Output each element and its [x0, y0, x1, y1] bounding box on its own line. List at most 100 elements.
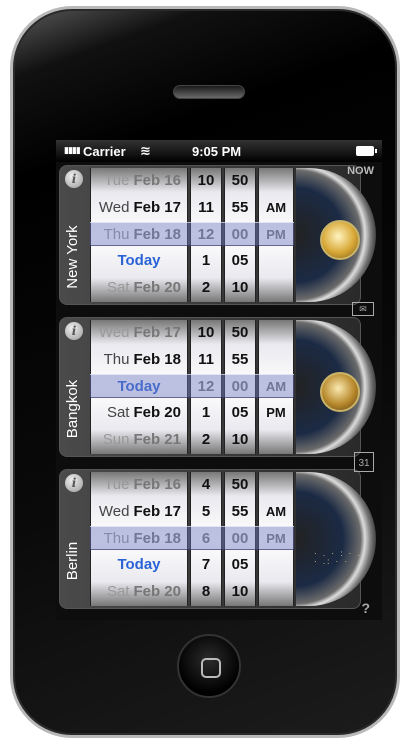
hour-row: 12	[197, 225, 215, 243]
hour-row: 7	[201, 556, 211, 574]
home-button[interactable]	[177, 634, 241, 698]
minute-wheel[interactable]: 50 55 00 05 10	[224, 168, 256, 302]
minute-row: 05	[231, 556, 249, 574]
minute-row: 50	[231, 476, 249, 493]
minute-row: 55	[231, 350, 249, 368]
hour-row: 4	[201, 476, 211, 493]
city-label: Berlin	[64, 541, 81, 581]
date-row: Sat Feb 20	[106, 279, 181, 297]
date-row-today: Today	[117, 252, 161, 270]
hour-row: 11	[198, 350, 214, 368]
stars-icon: · . · : · . · .: · ·	[314, 549, 362, 566]
ampm-row	[259, 579, 293, 606]
hour-wheel[interactable]: 10 11 12 1 2	[190, 168, 222, 302]
date-row: Thu Feb 18	[103, 225, 181, 243]
hour-row: 2	[201, 431, 211, 449]
ampm-wheel[interactable]: AM PM	[258, 472, 294, 606]
hour-row: 8	[201, 583, 211, 601]
hour-row: 12	[197, 377, 215, 395]
earpiece-speaker	[173, 85, 245, 99]
hour-row: 10	[197, 324, 215, 341]
ampm-wheel[interactable]: AM PM	[258, 320, 294, 454]
minute-row: 10	[231, 279, 249, 297]
moon-icon	[320, 372, 360, 412]
date-wheel[interactable]: Tue Feb 16 Wed Feb 17 Thu Feb 18 Today Sat F…	[90, 168, 188, 302]
signal-icon: ▮▮▮▮	[64, 145, 81, 155]
ampm-row: PM	[266, 530, 286, 546]
minute-row: 05	[231, 252, 249, 270]
ampm-row	[259, 248, 293, 275]
minute-row: 55	[231, 198, 249, 216]
minute-row: 55	[231, 502, 249, 520]
day-night-dial	[296, 320, 376, 454]
minute-row: 00	[231, 529, 249, 547]
day-night-dial	[296, 168, 376, 302]
minute-row: 10	[231, 583, 249, 601]
clock-panel-new-york[interactable]: i New York Tue Feb 16 Wed Feb 17 Thu Feb 18…	[59, 165, 376, 305]
ampm-row	[259, 472, 293, 499]
ampm-row: AM	[265, 503, 287, 519]
date-row: Tue Feb 16	[104, 476, 181, 493]
calendar-icon[interactable]: 31	[354, 452, 374, 472]
info-icon[interactable]: i	[65, 474, 83, 492]
hour-row: 1	[201, 252, 211, 270]
city-label: Bangkok	[64, 379, 81, 439]
date-row: Sun Feb 21	[102, 431, 181, 449]
ampm-row	[259, 320, 293, 347]
date-row: Wed Feb 17	[98, 198, 181, 216]
ampm-row: AM	[265, 199, 287, 215]
ampm-row	[259, 168, 293, 195]
hour-wheel[interactable]: 4 5 6 7 8	[190, 472, 222, 606]
date-wheel[interactable]: Wed Feb 17 Thu Feb 18 Today Sat Feb 20 Sun F…	[90, 320, 188, 454]
now-button[interactable]: NOW	[347, 165, 374, 177]
hour-row: 6	[201, 529, 211, 547]
screen: ▮▮▮▮ Carrier ≋ 9:05 PM i New York Tue Feb…	[56, 140, 382, 620]
clock-panel-bangkok[interactable]: i Bangkok Wed Feb 17 Thu Feb 18 Today Sat F…	[59, 317, 376, 457]
world-clock-list: i New York Tue Feb 16 Wed Feb 17 Thu Feb 18…	[56, 162, 382, 620]
help-button[interactable]: ?	[361, 600, 370, 616]
hour-row: 11	[198, 198, 214, 216]
ampm-row: AM	[265, 378, 287, 394]
ampm-row: PM	[266, 226, 286, 242]
date-wheel[interactable]: Tue Feb 16 Wed Feb 17 Thu Feb 18 Today Sat F…	[90, 472, 188, 606]
city-label: New York	[64, 225, 81, 289]
minute-row: 00	[231, 377, 249, 395]
info-icon[interactable]: i	[65, 322, 83, 340]
ampm-row	[259, 347, 293, 374]
day-night-dial: · . · : · . · .: · ·	[296, 472, 376, 606]
date-row: Wed Feb 17	[98, 502, 181, 520]
date-row-today: Today	[117, 556, 161, 574]
date-row: Tue Feb 16	[104, 172, 181, 189]
minute-row: 05	[231, 404, 249, 422]
battery-icon	[356, 146, 377, 156]
ampm-wheel[interactable]: AM PM	[258, 168, 294, 302]
hour-row: 5	[201, 502, 211, 520]
hour-row: 2	[201, 279, 211, 297]
date-row-today: Today	[117, 377, 161, 395]
minute-wheel[interactable]: 50 55 00 05 10	[224, 320, 256, 454]
info-icon[interactable]: i	[65, 170, 83, 188]
minute-wheel[interactable]: 50 55 00 05 10	[224, 472, 256, 606]
minute-row: 50	[231, 172, 249, 189]
hour-row: 10	[197, 172, 215, 189]
date-row: Sat Feb 20	[106, 404, 181, 422]
status-time: 9:05 PM	[192, 144, 242, 159]
minute-row: 50	[231, 324, 249, 341]
date-row: Sat Feb 20	[106, 583, 181, 601]
clock-panel-berlin[interactable]: i Berlin Tue Feb 16 Wed Feb 17 Thu Feb 18 T…	[59, 469, 376, 609]
carrier-label: Carrier	[83, 144, 126, 159]
date-row: Thu Feb 18	[103, 529, 181, 547]
phone-frame: ▮▮▮▮ Carrier ≋ 9:05 PM i New York Tue Feb…	[10, 6, 400, 738]
status-bar: ▮▮▮▮ Carrier ≋ 9:05 PM	[56, 140, 382, 162]
wifi-icon: ≋	[140, 143, 151, 158]
ampm-row: PM	[266, 405, 286, 421]
date-row: Wed Feb 17	[98, 324, 181, 341]
hour-wheel[interactable]: 10 11 12 1 2	[190, 320, 222, 454]
ampm-row	[259, 427, 293, 454]
ampm-row	[259, 275, 293, 302]
mail-icon[interactable]: ✉	[352, 302, 374, 316]
ampm-row	[259, 552, 293, 579]
minute-row: 00	[231, 225, 249, 243]
hour-row: 1	[201, 404, 211, 422]
minute-row: 10	[231, 431, 249, 449]
